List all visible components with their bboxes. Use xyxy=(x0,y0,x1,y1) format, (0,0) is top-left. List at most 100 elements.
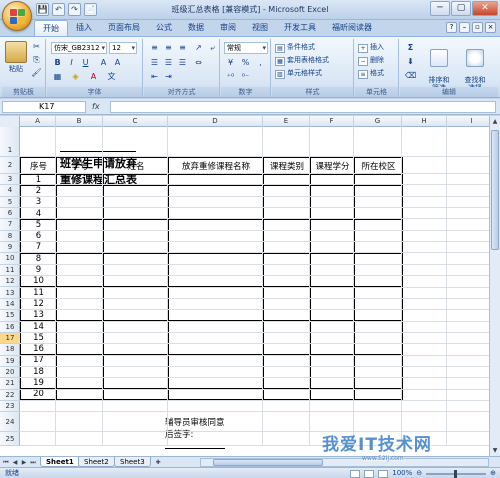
table-cell[interactable] xyxy=(56,331,104,344)
autosum-button[interactable]: Σ xyxy=(404,42,417,54)
align-top-icon[interactable]: ≡ xyxy=(148,42,161,54)
table-cell[interactable] xyxy=(310,342,355,356)
zoom-in-icon[interactable]: ⊕ xyxy=(490,468,496,478)
table-cell[interactable] xyxy=(354,331,403,344)
table-cell[interactable] xyxy=(103,241,169,254)
table-cell[interactable] xyxy=(56,376,104,390)
orientation-icon[interactable]: ↗ xyxy=(192,42,205,54)
italic-button[interactable]: I xyxy=(65,57,78,69)
tab-view[interactable]: 视图 xyxy=(244,20,276,36)
table-cell[interactable] xyxy=(354,286,403,299)
row-header-1[interactable]: 1 xyxy=(0,127,20,157)
table-cell[interactable] xyxy=(310,286,355,299)
doc-minimize-icon[interactable]: – xyxy=(459,22,470,33)
row-header-23[interactable]: 23 xyxy=(0,401,20,412)
table-header-cell[interactable]: 课程学分 xyxy=(310,156,355,175)
table-cell[interactable] xyxy=(168,275,264,288)
table-cell[interactable] xyxy=(310,331,355,344)
table-cell[interactable] xyxy=(263,365,311,378)
insert-cells-button[interactable]: + 插入 xyxy=(358,42,384,53)
cut-icon[interactable]: ✂ xyxy=(30,41,43,53)
phonetic-icon[interactable]: 文 xyxy=(105,71,118,83)
cell-styles-button[interactable]: ▧ 单元格样式 xyxy=(275,68,322,79)
table-cell[interactable] xyxy=(263,342,311,356)
row-number-cell[interactable]: 19 xyxy=(20,376,57,390)
table-cell[interactable] xyxy=(310,229,355,243)
row-number-cell[interactable]: 15 xyxy=(20,331,57,344)
table-cell[interactable] xyxy=(354,309,403,322)
row-number-cell[interactable]: 11 xyxy=(20,286,57,299)
insert-function-button[interactable]: fx xyxy=(92,101,108,113)
table-cell[interactable] xyxy=(263,354,311,367)
row-number-cell[interactable]: 8 xyxy=(20,252,57,265)
table-cell[interactable] xyxy=(354,342,403,356)
table-cell[interactable] xyxy=(56,342,104,356)
table-header-cell[interactable]: 学号 xyxy=(56,156,104,175)
fill-color-icon[interactable]: ◈ xyxy=(69,71,82,83)
table-cell[interactable] xyxy=(263,320,311,333)
decrease-indent-icon[interactable]: ⇤ xyxy=(148,71,161,83)
column-header-a[interactable]: A xyxy=(20,116,56,127)
table-cell[interactable] xyxy=(263,263,311,277)
table-cell[interactable] xyxy=(103,365,169,378)
maximize-button[interactable]: ▢ xyxy=(451,1,471,16)
table-cell[interactable] xyxy=(263,309,311,322)
table-cell[interactable] xyxy=(103,376,169,390)
row-number-cell[interactable]: 17 xyxy=(20,354,57,367)
table-cell[interactable] xyxy=(310,388,355,401)
row-header-6[interactable]: 6 xyxy=(0,208,20,220)
row-header-17[interactable]: 17 xyxy=(0,332,20,345)
table-header-cell[interactable]: 放弃重修课程名称 xyxy=(168,156,264,175)
column-header-f[interactable]: F xyxy=(310,116,354,127)
doc-close-icon[interactable]: × xyxy=(485,22,496,33)
column-header-b[interactable]: B xyxy=(56,116,103,127)
font-size-select[interactable]: 12 xyxy=(109,42,137,54)
column-header-e[interactable]: E xyxy=(263,116,310,127)
column-header-d[interactable]: D xyxy=(168,116,263,127)
sort-filter-button[interactable]: 排序和 筛选 xyxy=(422,41,456,92)
font-name-select[interactable]: 仿宋_GB2312 xyxy=(51,42,107,54)
table-cell[interactable] xyxy=(103,229,169,243)
increase-indent-icon[interactable]: ⇥ xyxy=(162,71,175,83)
comma-button[interactable]: , xyxy=(254,57,267,69)
table-cell[interactable] xyxy=(168,376,264,390)
table-cell[interactable] xyxy=(310,241,355,254)
table-cell[interactable] xyxy=(168,331,264,344)
table-cell[interactable] xyxy=(310,252,355,265)
table-cell[interactable] xyxy=(168,309,264,322)
table-cell[interactable] xyxy=(354,252,403,265)
row-header-24[interactable]: 24 xyxy=(0,412,20,432)
zoom-out-icon[interactable]: ⊖ xyxy=(416,468,422,478)
number-format-select[interactable]: 常规 xyxy=(224,42,268,54)
table-header-cell[interactable]: 序号 xyxy=(20,156,57,175)
table-cell[interactable] xyxy=(103,263,169,277)
scroll-up-icon[interactable]: ▲ xyxy=(490,116,500,127)
align-middle-icon[interactable]: ≡ xyxy=(162,42,175,54)
table-cell[interactable] xyxy=(354,263,403,277)
find-select-button[interactable]: 查找和 选择 xyxy=(458,41,492,92)
currency-icon[interactable]: ¥ xyxy=(224,57,237,69)
vertical-scroll-thumb[interactable] xyxy=(491,130,499,250)
align-right-icon[interactable]: ☰ xyxy=(176,57,189,69)
table-cell[interactable] xyxy=(168,320,264,333)
table-cell[interactable] xyxy=(168,229,264,243)
align-center-icon[interactable]: ☰ xyxy=(162,57,175,69)
row-header-15[interactable]: 15 xyxy=(0,310,20,322)
table-cell[interactable] xyxy=(168,365,264,378)
column-header-g[interactable]: G xyxy=(354,116,402,127)
table-cell[interactable] xyxy=(354,388,403,401)
decrease-decimal-icon[interactable]: ⁰⁻ xyxy=(239,71,252,83)
tab-data[interactable]: 数据 xyxy=(180,20,212,36)
row-header-12[interactable]: 12 xyxy=(0,276,20,288)
table-cell[interactable] xyxy=(310,365,355,378)
first-sheet-icon[interactable]: ⏮ xyxy=(2,458,10,467)
table-cell[interactable] xyxy=(56,297,104,311)
table-cell[interactable] xyxy=(168,342,264,356)
row-number-cell[interactable]: 12 xyxy=(20,297,57,311)
table-cell[interactable] xyxy=(168,252,264,265)
sheet-tab-3[interactable]: Sheet3 xyxy=(114,457,151,467)
table-cell[interactable] xyxy=(310,275,355,288)
worksheet-grid[interactable]: ABCDEFGHI 1 2 3 4 5 6 7 8 9 10 11 12 13 14 15 16 17 18 19 2… xyxy=(0,116,489,456)
row-number-cell[interactable]: 10 xyxy=(20,275,57,288)
table-cell[interactable] xyxy=(168,263,264,277)
